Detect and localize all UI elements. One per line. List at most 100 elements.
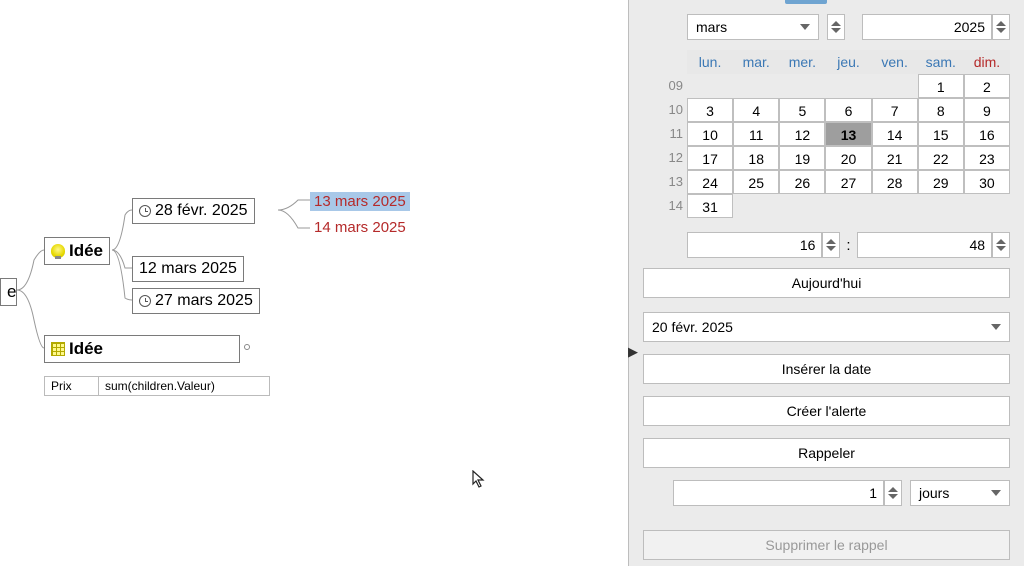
spin-up-icon [826, 239, 836, 244]
year-spinner[interactable] [992, 14, 1010, 40]
attribute-table[interactable]: Prix sum(children.Valeur) [44, 376, 270, 396]
calendar-day[interactable]: 17 [687, 146, 733, 170]
date-node-2[interactable]: 12 mars 2025 [132, 256, 244, 282]
calendar-day[interactable]: 24 [687, 170, 733, 194]
calendar-day[interactable]: 6 [825, 98, 871, 122]
calendar-day[interactable]: 3 [687, 98, 733, 122]
create-alert-button[interactable]: Créer l'alerte [643, 396, 1010, 426]
calendar-row: 3456789 [687, 98, 1010, 122]
calendar-row: 10111213141516 [687, 122, 1010, 146]
spin-down-icon [996, 28, 1006, 33]
calendar-day[interactable]: 2 [964, 74, 1010, 98]
calendar-day[interactable]: 31 [687, 194, 733, 218]
calendar-day[interactable]: 5 [779, 98, 825, 122]
calendar: lun. mar. mer. jeu. ven. sam. dim. 09101… [687, 50, 1010, 218]
calendar-day[interactable]: 13 [825, 122, 871, 146]
calendar-day[interactable]: 27 [825, 170, 871, 194]
date-node-3[interactable]: 27 mars 2025 [132, 288, 260, 314]
date2-label: 12 mars 2025 [139, 260, 237, 278]
calendar-day[interactable]: 14 [872, 122, 918, 146]
calendar-day [825, 74, 871, 98]
date-node-1[interactable]: 28 févr. 2025 [132, 198, 255, 224]
month-spinner[interactable] [827, 14, 845, 40]
calendar-day[interactable]: 9 [964, 98, 1010, 122]
remind-value-spinner[interactable] [884, 480, 902, 506]
mindmap-canvas[interactable]: e Idée 28 févr. 2025 12 mars 2025 27 mar… [0, 0, 628, 566]
table-row[interactable]: Prix sum(children.Valeur) [45, 377, 270, 396]
calendar-day[interactable]: 25 [733, 170, 779, 194]
created-date-select[interactable]: 20 févr. 2025 [643, 312, 1010, 342]
weekday-wed: mer. [779, 54, 825, 70]
calendar-day[interactable]: 29 [918, 170, 964, 194]
time-separator: : [846, 237, 850, 254]
calendar-day[interactable]: 26 [779, 170, 825, 194]
calendar-day[interactable]: 21 [872, 146, 918, 170]
spin-up-icon [888, 487, 898, 492]
remind-button[interactable]: Rappeler [643, 438, 1010, 468]
grid-icon [51, 342, 65, 356]
idea-node-1[interactable]: Idée [44, 237, 110, 265]
weekday-mon: lun. [687, 54, 733, 70]
calendar-row: 12 [687, 74, 1010, 98]
calendar-day[interactable]: 16 [964, 122, 1010, 146]
weekday-sat: sam. [918, 54, 964, 70]
month-select[interactable]: mars [687, 14, 819, 40]
root-label: e [7, 282, 16, 302]
spin-up-icon [996, 239, 1006, 244]
year-value: 2025 [954, 19, 985, 35]
calendar-day[interactable]: 10 [687, 122, 733, 146]
delete-reminder-button[interactable]: Supprimer le rappel [643, 530, 1010, 560]
minute-spinner[interactable] [992, 232, 1010, 258]
weekday-fri: ven. [872, 54, 918, 70]
calendar-day[interactable]: 12 [779, 122, 825, 146]
today-button[interactable]: Aujourd'hui [643, 268, 1010, 298]
chevron-down-icon [991, 324, 1001, 330]
clock-icon [139, 205, 151, 217]
calendar-day[interactable]: 28 [872, 170, 918, 194]
table-cell-key: Prix [45, 377, 99, 396]
calendar-day[interactable]: 1 [918, 74, 964, 98]
year-input[interactable]: 2025 [862, 14, 992, 40]
lightbulb-icon [51, 244, 65, 258]
hour-spinner[interactable] [822, 232, 840, 258]
idea-node-2[interactable]: Idée [44, 335, 240, 363]
calendar-day [964, 194, 1010, 218]
remind-unit-select[interactable]: jours [910, 480, 1010, 506]
child-date-selected[interactable]: 13 mars 2025 [310, 192, 410, 211]
calendar-day[interactable]: 11 [733, 122, 779, 146]
hour-input[interactable]: 16 [687, 232, 822, 258]
minute-input[interactable]: 48 [857, 232, 992, 258]
calendar-day[interactable]: 15 [918, 122, 964, 146]
spin-down-icon [826, 246, 836, 251]
calendar-day[interactable]: 18 [733, 146, 779, 170]
mouse-cursor-icon [472, 470, 486, 490]
insert-date-button[interactable]: Insérer la date [643, 354, 1010, 384]
calendar-day[interactable]: 22 [918, 146, 964, 170]
remind-value-input[interactable]: 1 [673, 480, 884, 506]
panel-collapse-handle[interactable]: ▶ [628, 344, 636, 362]
calendar-day[interactable]: 7 [872, 98, 918, 122]
root-node[interactable]: e [0, 278, 17, 306]
calendar-day[interactable]: 23 [964, 146, 1010, 170]
calendar-row: 17181920212223 [687, 146, 1010, 170]
week-number: 10 [663, 98, 687, 122]
weekday-thu: jeu. [825, 54, 871, 70]
calendar-day [825, 194, 871, 218]
idea1-label: Idée [69, 241, 103, 261]
spin-up-icon [996, 21, 1006, 26]
week-number: 13 [663, 170, 687, 194]
calendar-day [779, 74, 825, 98]
child-date[interactable]: 14 mars 2025 [310, 218, 410, 237]
calendar-day[interactable]: 4 [733, 98, 779, 122]
week-number: 12 [663, 146, 687, 170]
calendar-day[interactable]: 8 [918, 98, 964, 122]
calendar-day [918, 194, 964, 218]
table-cell-value: sum(children.Valeur) [99, 377, 270, 396]
calendar-day [779, 194, 825, 218]
node-handle[interactable] [244, 344, 250, 350]
calendar-day[interactable]: 20 [825, 146, 871, 170]
calendar-row: 31 [687, 194, 1010, 218]
clock-icon [139, 295, 151, 307]
calendar-day[interactable]: 30 [964, 170, 1010, 194]
calendar-day[interactable]: 19 [779, 146, 825, 170]
